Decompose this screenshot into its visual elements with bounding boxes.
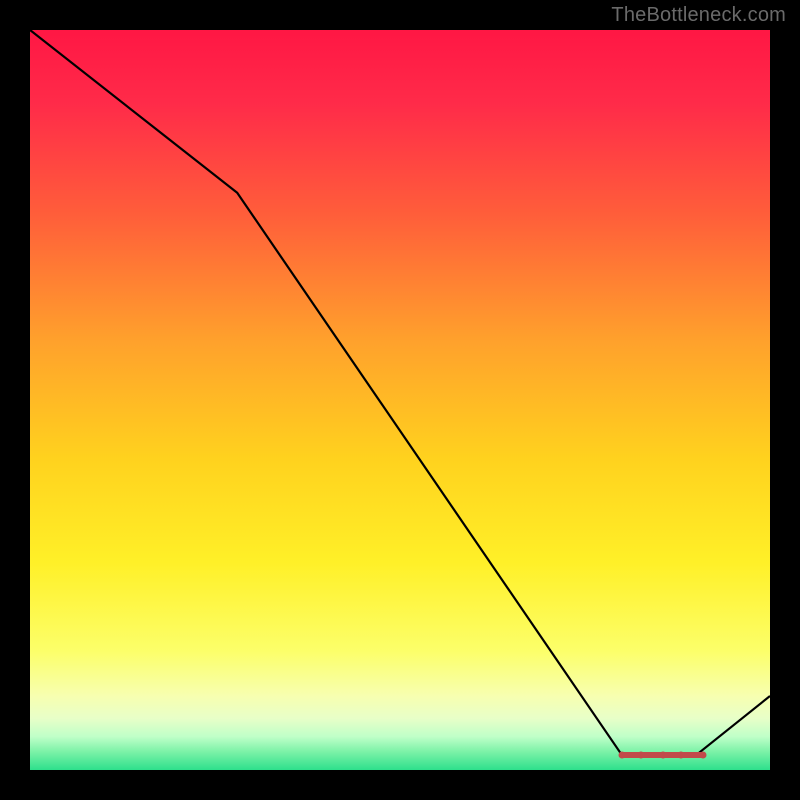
optimal-range-dot (637, 752, 644, 759)
optimal-range-dot (619, 752, 626, 759)
bottleneck-curve (30, 30, 770, 770)
watermark-text: TheBottleneck.com (611, 4, 786, 27)
optimal-range-dot (700, 752, 707, 759)
optimal-range-dot (678, 752, 685, 759)
chart-frame: TheBottleneck.com (0, 0, 800, 800)
curve-path (30, 30, 770, 755)
optimal-range-dot (659, 752, 666, 759)
plot-area (30, 30, 770, 770)
